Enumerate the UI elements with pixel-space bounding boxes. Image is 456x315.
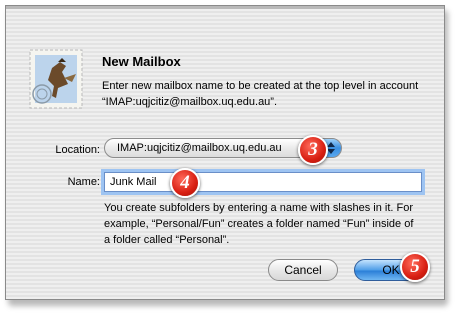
mail-stamp-icon (29, 49, 83, 109)
location-label: Location: (55, 144, 100, 156)
help-text: You create subfolders by entering a name… (104, 202, 414, 246)
dialog-message: Enter new mailbox name to be created at … (102, 80, 419, 108)
name-label: Name: (67, 176, 100, 188)
location-value: IMAP:uqjcitiz@mailbox.uq.edu.au (117, 142, 282, 154)
cancel-button[interactable]: Cancel (268, 259, 338, 281)
step-4-badge: 4 (170, 168, 200, 198)
step-5-badge: 5 (400, 252, 430, 282)
dialog-title: New Mailbox (102, 54, 181, 69)
mailbox-name-input[interactable]: Junk Mail (104, 172, 422, 192)
dialog-top-edge (6, 6, 444, 9)
step-3-badge: 3 (298, 135, 328, 165)
